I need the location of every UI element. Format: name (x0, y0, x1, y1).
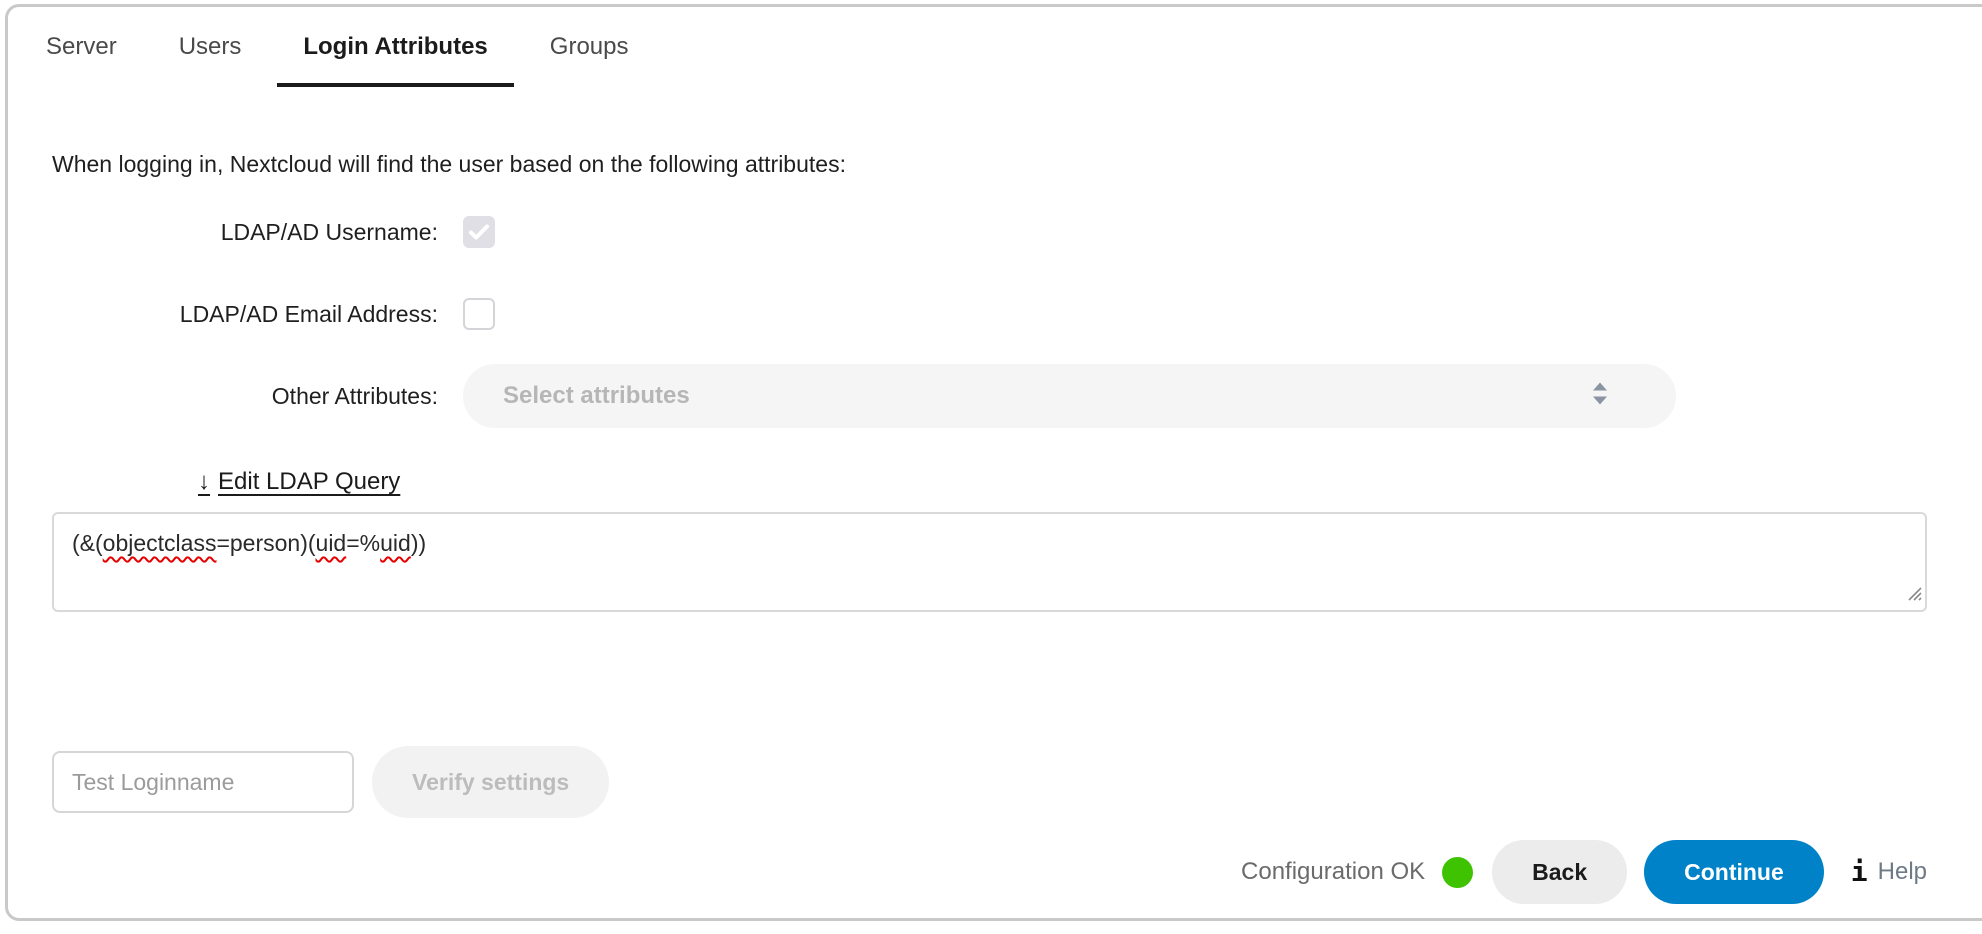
username-checkbox (463, 216, 495, 248)
tab-bar: Server Users Login Attributes Groups (8, 7, 1982, 87)
test-login-row: Verify settings (52, 746, 1927, 818)
email-label: LDAP/AD Email Address: (52, 301, 438, 328)
help-label: Help (1878, 858, 1927, 886)
intro-text: When logging in, Nextcloud will find the… (52, 151, 1927, 178)
query-segment: uid (316, 530, 347, 556)
tab-login-attributes[interactable]: Login Attributes (277, 33, 513, 87)
ldap-query-value: (&(objectclass=person)(uid=%uid)) (72, 530, 426, 556)
email-checkbox[interactable] (463, 298, 495, 330)
email-row: LDAP/AD Email Address: (52, 298, 1927, 330)
test-loginname-input[interactable] (52, 751, 354, 813)
down-arrow-icon: ↓ (198, 468, 210, 496)
query-segment: =% (346, 530, 380, 556)
status-ok-dot-icon (1442, 857, 1473, 888)
query-segment: objectclass (103, 530, 217, 556)
other-attributes-select[interactable]: Select attributes (463, 364, 1676, 428)
query-segment: (&( (72, 530, 103, 556)
edit-ldap-query-link[interactable]: ↓ Edit LDAP Query (198, 468, 400, 496)
query-segment: uid (380, 530, 411, 556)
query-segment: =person)( (216, 530, 315, 556)
tab-groups[interactable]: Groups (524, 33, 655, 87)
resize-handle-icon[interactable] (1904, 580, 1922, 607)
username-label: LDAP/AD Username: (52, 219, 438, 246)
continue-button[interactable]: Continue (1644, 840, 1824, 904)
back-button[interactable]: Back (1492, 840, 1627, 904)
select-placeholder: Select attributes (503, 382, 690, 410)
tab-users[interactable]: Users (153, 33, 268, 87)
checkmark-icon (469, 224, 489, 240)
ldap-query-textarea[interactable]: (&(objectclass=person)(uid=%uid)) (52, 512, 1927, 612)
tab-content: When logging in, Nextcloud will find the… (8, 151, 1982, 904)
other-attributes-row: Other Attributes: Select attributes (52, 364, 1927, 428)
info-icon: i (1851, 858, 1868, 886)
query-segment: )) (411, 530, 426, 556)
wizard-footer: Configuration OK Back Continue i Help (52, 840, 1927, 904)
verify-settings-button[interactable]: Verify settings (372, 746, 609, 818)
edit-ldap-query-label: Edit LDAP Query (218, 468, 400, 496)
username-row: LDAP/AD Username: (52, 216, 1927, 248)
sort-arrows-icon (1592, 383, 1608, 410)
help-link[interactable]: i Help (1851, 858, 1927, 886)
wizard-panel: Server Users Login Attributes Groups Whe… (5, 4, 1982, 921)
configuration-status-text: Configuration OK (1241, 858, 1425, 886)
other-attributes-label: Other Attributes: (52, 383, 438, 410)
tab-server[interactable]: Server (20, 33, 143, 87)
